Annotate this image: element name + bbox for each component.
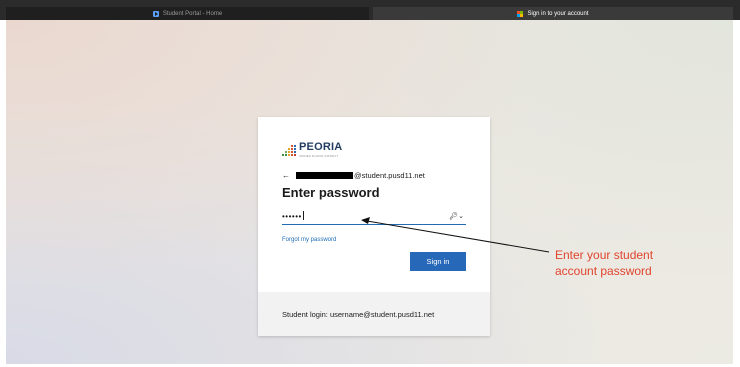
- annotation-line-1: Enter your student: [555, 248, 654, 262]
- annotation-arrow-head: [361, 217, 370, 224]
- annotation-line-2: account password: [555, 264, 652, 278]
- annotation-callout: Enter your student account password: [555, 247, 695, 279]
- annotation-arrow-line: [366, 220, 550, 253]
- annotation-arrow: [361, 217, 550, 253]
